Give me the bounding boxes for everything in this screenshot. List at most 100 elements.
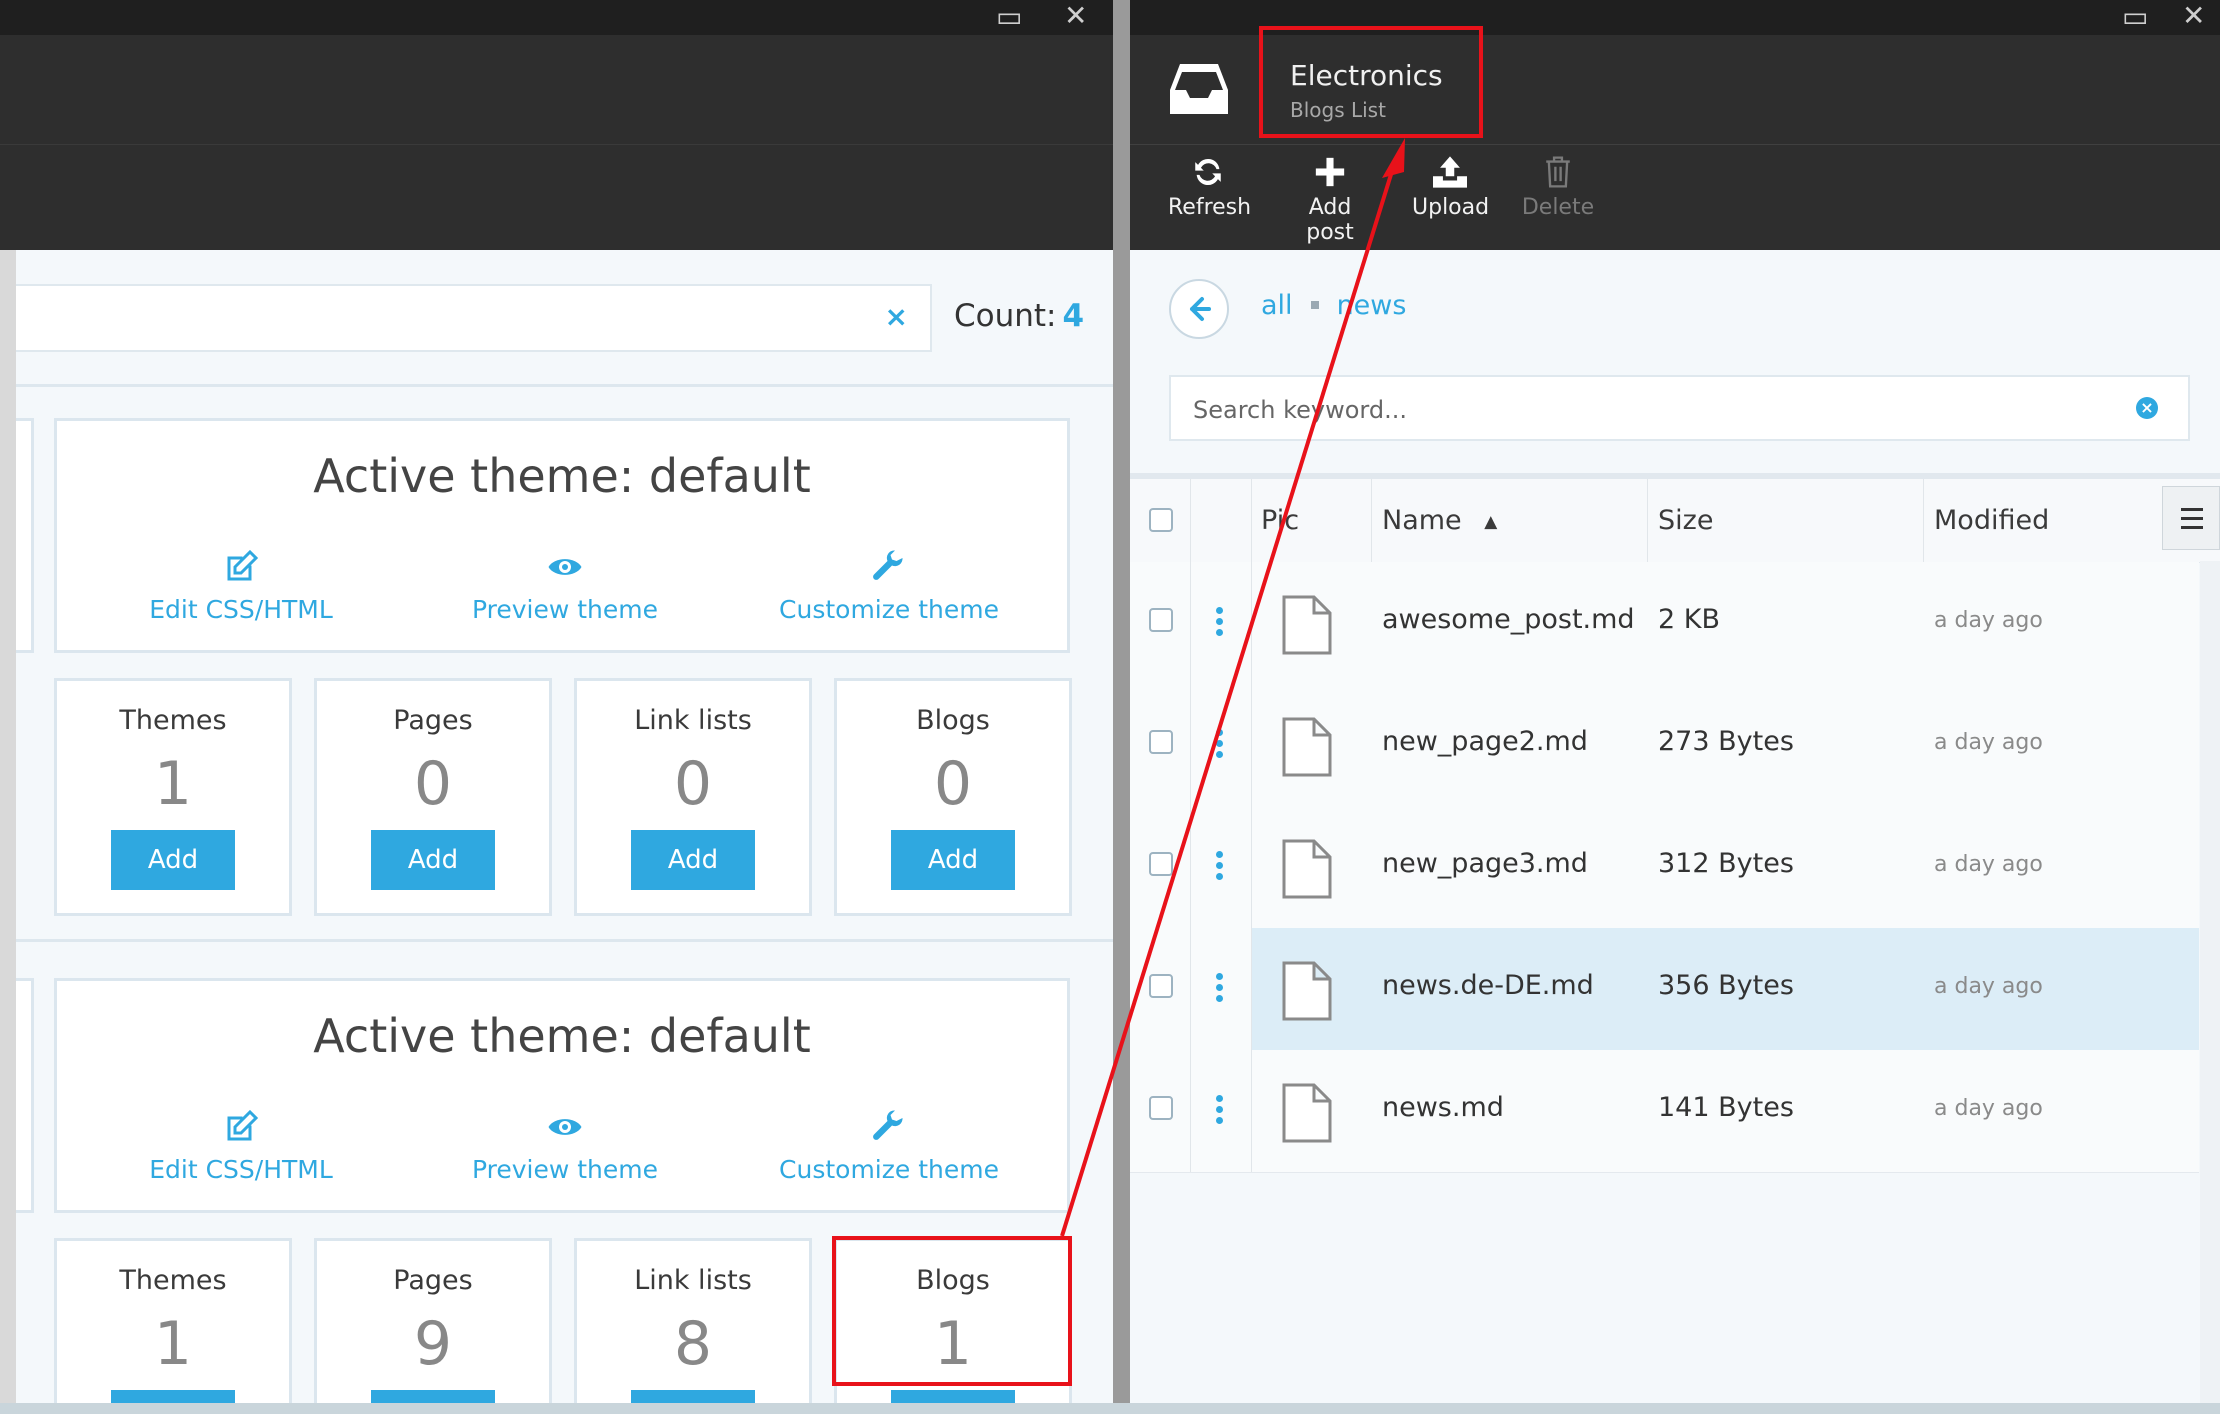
- add-post-button[interactable]: Add post: [1282, 155, 1378, 245]
- search-box: ×: [1169, 375, 2190, 441]
- edit-css-html-label: Edit CSS/HTML: [149, 1155, 333, 1184]
- count-indicator: Count: 4: [954, 298, 1084, 334]
- left-scroll-edge: [0, 250, 16, 1403]
- add-blog-button[interactable]: [891, 1390, 1015, 1403]
- edit-icon: [91, 549, 391, 589]
- add-theme-button[interactable]: Add: [111, 830, 235, 890]
- table-row-selected[interactable]: news.de-DE.md 356 Bytes a day ago: [1130, 928, 2199, 1051]
- file-name[interactable]: new_page2.md: [1382, 726, 1588, 757]
- file-browser: all news × Pic Name ▲ Size Modified aweso…: [1130, 250, 2220, 1403]
- file-icon: [1282, 717, 1332, 777]
- column-pic[interactable]: Pic: [1261, 505, 1299, 536]
- delete-button[interactable]: Delete: [1520, 155, 1596, 220]
- preview-theme-label: Preview theme: [471, 1155, 659, 1184]
- add-page-button[interactable]: Add: [371, 830, 495, 890]
- eye-icon: [415, 549, 715, 589]
- select-all-checkbox[interactable]: [1149, 508, 1173, 532]
- file-size: 312 Bytes: [1658, 848, 1794, 879]
- grid-header: Pic Name ▲ Size Modified: [1130, 479, 2220, 563]
- customize-theme-label: Customize theme: [779, 595, 999, 624]
- customize-theme-link[interactable]: Customize theme: [739, 549, 1039, 624]
- stat-label: Themes: [119, 1265, 227, 1296]
- file-size: 273 Bytes: [1658, 726, 1794, 757]
- left-search-input[interactable]: ×: [16, 284, 932, 352]
- add-theme-button[interactable]: [111, 1390, 235, 1403]
- close-icon[interactable]: ✕: [2182, 2, 2205, 30]
- kebab-icon[interactable]: [1216, 851, 1224, 884]
- breadcrumb-news[interactable]: news: [1337, 290, 1407, 321]
- maximize-icon[interactable]: ▭: [2122, 3, 2148, 31]
- column-name[interactable]: Name ▲: [1382, 505, 1497, 536]
- right-header: Electronics Blogs List Refresh Add post …: [1130, 35, 2220, 250]
- edit-css-html-link[interactable]: Edit CSS/HTML: [91, 1109, 391, 1184]
- close-icon[interactable]: ✕: [1064, 2, 1087, 30]
- row-checkbox[interactable]: [1149, 608, 1173, 632]
- add-link-list-button[interactable]: Add: [631, 830, 755, 890]
- file-name[interactable]: news.md: [1382, 1092, 1504, 1123]
- stat-label: Pages: [393, 1265, 473, 1296]
- column-modified[interactable]: Modified: [1934, 505, 2049, 536]
- stat-card-pages: Pages 0 Add: [314, 678, 552, 916]
- kebab-icon[interactable]: [1216, 607, 1224, 640]
- stat-card-blogs: Blogs 1: [834, 1238, 1072, 1403]
- file-size: 2 KB: [1658, 604, 1720, 635]
- left-window-titlebar: ▭ ✕: [0, 0, 1113, 35]
- upload-label: Upload: [1412, 195, 1490, 220]
- refresh-icon: [1195, 158, 1221, 186]
- bottom-strip: [0, 1403, 2220, 1414]
- refresh-button[interactable]: Refresh: [1168, 155, 1251, 220]
- edit-css-html-label: Edit CSS/HTML: [149, 595, 333, 624]
- file-icon: [1282, 1083, 1332, 1143]
- row-checkbox[interactable]: [1149, 974, 1173, 998]
- table-row[interactable]: awesome_post.md 2 KB a day ago: [1130, 562, 2199, 685]
- pane-divider[interactable]: [1113, 0, 1130, 1403]
- file-name[interactable]: news.de-DE.md: [1382, 970, 1594, 1001]
- column-size[interactable]: Size: [1658, 505, 1713, 536]
- kebab-icon[interactable]: [1216, 973, 1224, 1006]
- upload-button[interactable]: Upload: [1412, 155, 1490, 220]
- file-name[interactable]: awesome_post.md: [1382, 604, 1635, 635]
- row-checkbox[interactable]: [1149, 852, 1173, 876]
- preview-theme-link[interactable]: Preview theme: [415, 1109, 715, 1184]
- wrench-icon: [739, 1109, 1039, 1149]
- trash-icon: [1546, 156, 1570, 188]
- eye-icon: [415, 1109, 715, 1149]
- clear-icon[interactable]: ×: [2136, 397, 2158, 419]
- add-page-button[interactable]: [371, 1390, 495, 1403]
- maximize-icon[interactable]: ▭: [996, 3, 1022, 31]
- row-checkbox[interactable]: [1149, 730, 1173, 754]
- add-blog-button[interactable]: Add: [891, 830, 1015, 890]
- stat-value: 1: [933, 1309, 973, 1379]
- edit-css-html-link[interactable]: Edit CSS/HTML: [91, 549, 391, 624]
- stat-label: Link lists: [634, 1265, 752, 1296]
- file-size: 141 Bytes: [1658, 1092, 1794, 1123]
- stat-value: 8: [673, 1309, 713, 1379]
- customize-theme-link[interactable]: Customize theme: [739, 1109, 1039, 1184]
- add-link-list-button[interactable]: [631, 1390, 755, 1403]
- hamburger-icon[interactable]: [2162, 486, 2220, 550]
- stat-value: 9: [413, 1309, 453, 1379]
- table-row[interactable]: new_page3.md 312 Bytes a day ago: [1130, 806, 2199, 929]
- file-icon: [1282, 595, 1332, 655]
- stat-value: 0: [413, 749, 453, 819]
- breadcrumb: all news: [1261, 290, 1406, 321]
- theme-title: Active theme: default: [313, 1009, 811, 1063]
- left-header: [0, 35, 1113, 250]
- file-name[interactable]: new_page3.md: [1382, 848, 1588, 879]
- preview-theme-link[interactable]: Preview theme: [415, 549, 715, 624]
- app-subtitle: Blogs List: [1290, 98, 1386, 122]
- row-checkbox[interactable]: [1149, 1096, 1173, 1120]
- stat-value: 1: [153, 1309, 193, 1379]
- table-row[interactable]: new_page2.md 273 Bytes a day ago: [1130, 684, 2199, 807]
- table-row[interactable]: news.md 141 Bytes a day ago: [1130, 1050, 2199, 1173]
- clear-icon[interactable]: ×: [885, 300, 908, 333]
- kebab-icon[interactable]: [1216, 1095, 1224, 1128]
- stat-card-themes: Themes 1 Add: [54, 678, 292, 916]
- back-button[interactable]: [1169, 279, 1229, 339]
- breadcrumb-all[interactable]: all: [1261, 290, 1293, 321]
- search-input[interactable]: [1191, 392, 2095, 428]
- file-icon: [1282, 961, 1332, 1021]
- arrow-left-circle-icon: [1190, 297, 1211, 321]
- kebab-icon[interactable]: [1216, 729, 1224, 762]
- grid-scrollbar[interactable]: [2200, 561, 2220, 1403]
